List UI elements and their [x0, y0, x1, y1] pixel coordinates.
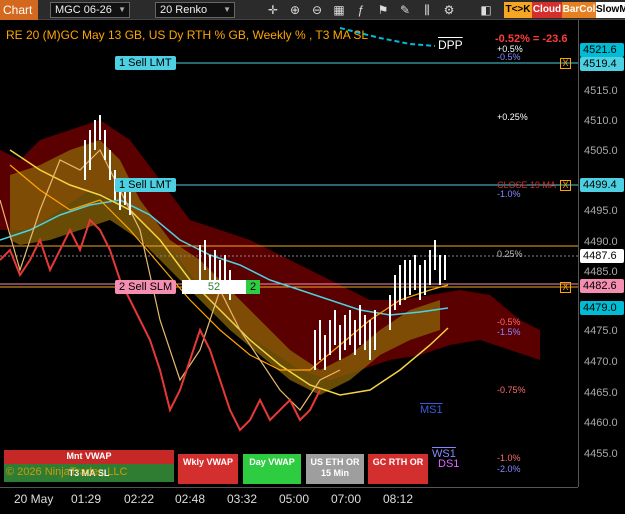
price-tag: 4482.6 [580, 279, 624, 293]
bar-type-selector[interactable]: 20 Renko ▼ [155, 2, 235, 18]
price-tick: 4495.0 [584, 205, 618, 217]
price-tick: 4475.0 [584, 325, 618, 337]
price-tag: 4479.0 [580, 301, 624, 315]
screenshot-icon[interactable]: ◧ [478, 2, 494, 18]
pct-label: -0.5% [497, 52, 521, 62]
time-label: 20 May [14, 492, 54, 506]
cancel-order-icon[interactable]: X [560, 180, 571, 191]
price-tick: 4510.0 [584, 115, 618, 127]
last-price-tag: 4487.6 [580, 249, 624, 263]
bar-chart-icon[interactable]: ⫼ [419, 2, 435, 18]
dpp-label: DPP [438, 38, 463, 52]
price-tick: 4505.0 [584, 145, 618, 157]
chevron-down-icon: ▼ [118, 5, 126, 14]
price-tick: 4515.0 [584, 85, 618, 97]
slowm-button[interactable]: SlowM [596, 2, 625, 18]
slm-value[interactable]: 52 [182, 280, 246, 294]
zoom-out-icon[interactable]: ⊖ [309, 2, 325, 18]
pct-label: -2.0% [497, 464, 521, 474]
price-tick: 4465.0 [584, 387, 618, 399]
pct-label: -1.0% [497, 453, 521, 463]
time-label: 02:22 [124, 492, 155, 506]
chart-tab[interactable]: Chart [0, 0, 38, 20]
price-tick: 4485.0 [584, 266, 618, 278]
time-label: 05:00 [279, 492, 310, 506]
legend-us-eth-or[interactable]: US ETH OR 15 Min [306, 454, 364, 484]
instrument-selector[interactable]: MGC 06-26 ▼ [50, 2, 130, 18]
price-chart-canvas[interactable] [0, 20, 578, 487]
pct-label: -1.0% [497, 189, 521, 199]
cancel-order-icon[interactable]: X [560, 282, 571, 293]
bar-type-value: 20 Renko [160, 4, 208, 16]
price-tick: 4490.0 [584, 236, 618, 248]
cursor-icon[interactable]: ✛ [265, 2, 281, 18]
chart-toolbar: Chart MGC 06-26 ▼ 20 Renko ▼ ✛ ⊕ ⊖ ▦ ƒ ⚑… [0, 0, 625, 20]
price-tick: 4455.0 [584, 448, 618, 460]
strategy-icon[interactable]: ⚑ [375, 2, 391, 18]
time-label: 07:00 [331, 492, 362, 506]
price-tag: 4519.4 [580, 57, 624, 71]
time-label: 02:48 [175, 492, 206, 506]
sell-stop-market-order-tag[interactable]: 2 Sell SLM [115, 280, 177, 294]
price-tick: 4470.0 [584, 356, 618, 368]
time-label: 08:12 [383, 492, 414, 506]
sell-limit-order-tag[interactable]: 1 Sell LMT [115, 56, 176, 70]
pct-label: 0.25% [497, 249, 523, 259]
barcol-button[interactable]: BarCol [562, 2, 596, 18]
drawing-tool-icon[interactable]: ✎ [397, 2, 413, 18]
pct-label: +0.25% [497, 112, 528, 122]
copyright-text: © 2026 NinjaTrader, LLC [6, 466, 128, 478]
legend-gc-rth-or[interactable]: GC RTH OR [368, 454, 428, 484]
zoom-in-icon[interactable]: ⊕ [287, 2, 303, 18]
pct-label: -0.75% [497, 385, 526, 395]
cancel-order-icon[interactable]: X [560, 58, 571, 69]
pct-label: -1.5% [497, 327, 521, 337]
legend-monthly-vwap[interactable]: Mnt VWAP [4, 450, 174, 464]
pct-label: -0.5% [497, 317, 521, 327]
indicator-icon[interactable]: ƒ [353, 2, 369, 18]
price-tag: 4521.6 [580, 43, 624, 57]
time-label: 01:29 [71, 492, 102, 506]
legend-weekly-vwap[interactable]: Wkly VWAP [178, 454, 238, 484]
legend-day-vwap[interactable]: Day VWAP [243, 454, 301, 484]
chart-properties-icon[interactable]: ⚙ [441, 2, 457, 18]
chart-title: RE 20 (M)GC May 13 GB, US Dy RTH % GB, W… [6, 28, 369, 42]
data-box-icon[interactable]: ▦ [331, 2, 347, 18]
price-tick: 4460.0 [584, 417, 618, 429]
instrument-value: MGC 06-26 [55, 4, 112, 16]
slm-quantity[interactable]: 2 [246, 280, 260, 294]
time-label: 03:32 [227, 492, 258, 506]
tk-button[interactable]: T<>K [504, 2, 532, 18]
sell-limit-order-tag[interactable]: 1 Sell LMT [115, 178, 176, 192]
cloud-button[interactable]: Cloud [532, 2, 562, 18]
ds1-label: DS1 [438, 458, 460, 470]
ms1-label: MS1 [420, 404, 443, 416]
price-tag: 4499.4 [580, 178, 624, 192]
chevron-down-icon: ▼ [223, 5, 231, 14]
